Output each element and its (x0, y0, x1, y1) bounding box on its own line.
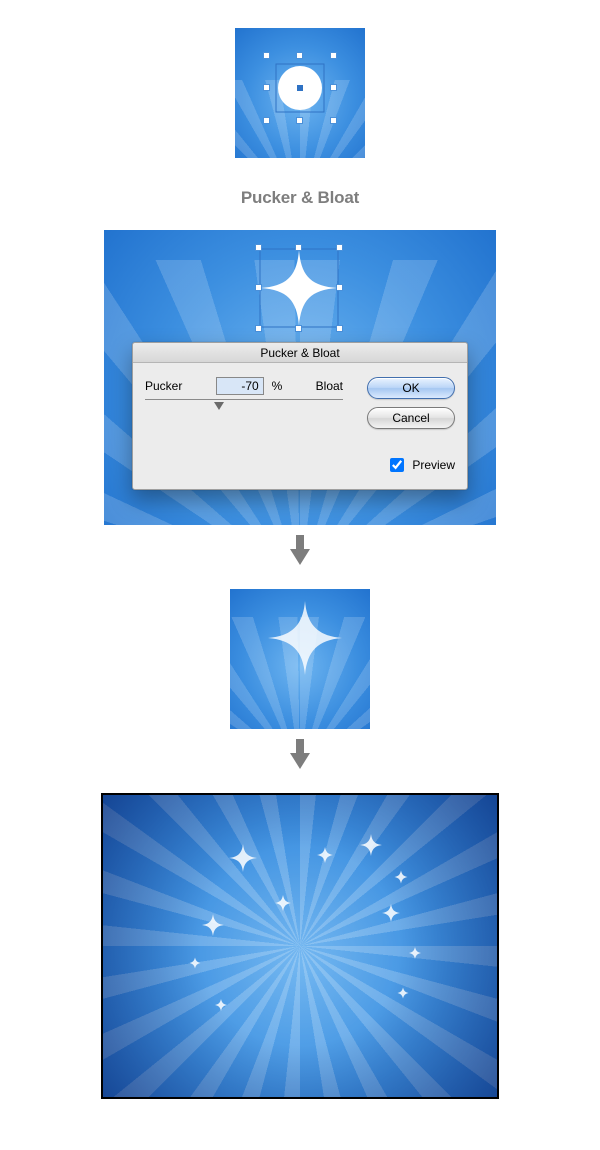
sparkle-icon (215, 999, 227, 1011)
pucker-bloat-slider[interactable] (145, 402, 343, 414)
sparkle-object (268, 601, 342, 675)
pucker-bloat-dialog: Pucker & Bloat Pucker % Bloat OK Cancel (132, 342, 468, 490)
selection-handle[interactable] (296, 52, 303, 59)
sparkle-icon (398, 988, 409, 999)
arrow-down-icon (290, 753, 310, 769)
sparkle-icon (382, 904, 400, 922)
step-label: Pucker & Bloat (241, 188, 359, 208)
sparkle-icon (202, 914, 224, 936)
selection-handle[interactable] (336, 325, 343, 332)
pucker-label: Pucker (145, 379, 182, 393)
dialog-buttons: OK Cancel Preview (359, 377, 455, 475)
selection-bounds (259, 248, 339, 328)
selection-handle[interactable] (296, 117, 303, 124)
preview-label: Preview (412, 458, 455, 472)
preview-checkbox[interactable] (390, 458, 404, 472)
dialog-controls: Pucker % Bloat (145, 377, 343, 475)
selection-bounds (267, 56, 333, 120)
selection-handle[interactable] (330, 117, 337, 124)
slider-thumb[interactable] (214, 402, 224, 410)
canvas-step-2: Pucker & Bloat Pucker % Bloat OK Cancel (104, 230, 496, 525)
canvas-final (101, 793, 499, 1099)
sparkle-icon (317, 847, 333, 863)
selection-handle[interactable] (330, 84, 337, 91)
pucker-value-input[interactable] (216, 377, 264, 395)
canvas-step-3 (230, 589, 370, 729)
sparkle-icon (190, 958, 201, 969)
cancel-button[interactable]: Cancel (367, 407, 455, 429)
bloat-label: Bloat (316, 379, 343, 393)
sparkle-icon (395, 871, 408, 884)
canvas-step-1 (235, 28, 365, 158)
sparkle-icon (275, 895, 291, 911)
arrow-down-icon (290, 549, 310, 565)
sparkle-layer (103, 795, 499, 1099)
preview-toggle[interactable]: Preview (386, 455, 455, 475)
selection-handle[interactable] (336, 284, 343, 291)
selection-handle[interactable] (330, 52, 337, 59)
selection-handle[interactable] (263, 52, 270, 59)
selection-handle[interactable] (295, 244, 302, 251)
selection-handle[interactable] (255, 244, 262, 251)
selection-handle[interactable] (263, 117, 270, 124)
ok-button[interactable]: OK (367, 377, 455, 399)
selection-handle[interactable] (255, 284, 262, 291)
pucker-bloat-slider-row: Pucker % Bloat (145, 377, 343, 400)
selection-handle[interactable] (336, 244, 343, 251)
sparkle-icon (360, 834, 382, 856)
percent-label: % (272, 379, 283, 393)
selection-handle[interactable] (263, 84, 270, 91)
dialog-body: Pucker % Bloat OK Cancel Preview (133, 363, 467, 489)
sparkle-icon (409, 947, 421, 959)
selection-handle[interactable] (295, 325, 302, 332)
dialog-title: Pucker & Bloat (133, 343, 467, 363)
sparkle-icon (229, 844, 257, 872)
selection-handle[interactable] (255, 325, 262, 332)
